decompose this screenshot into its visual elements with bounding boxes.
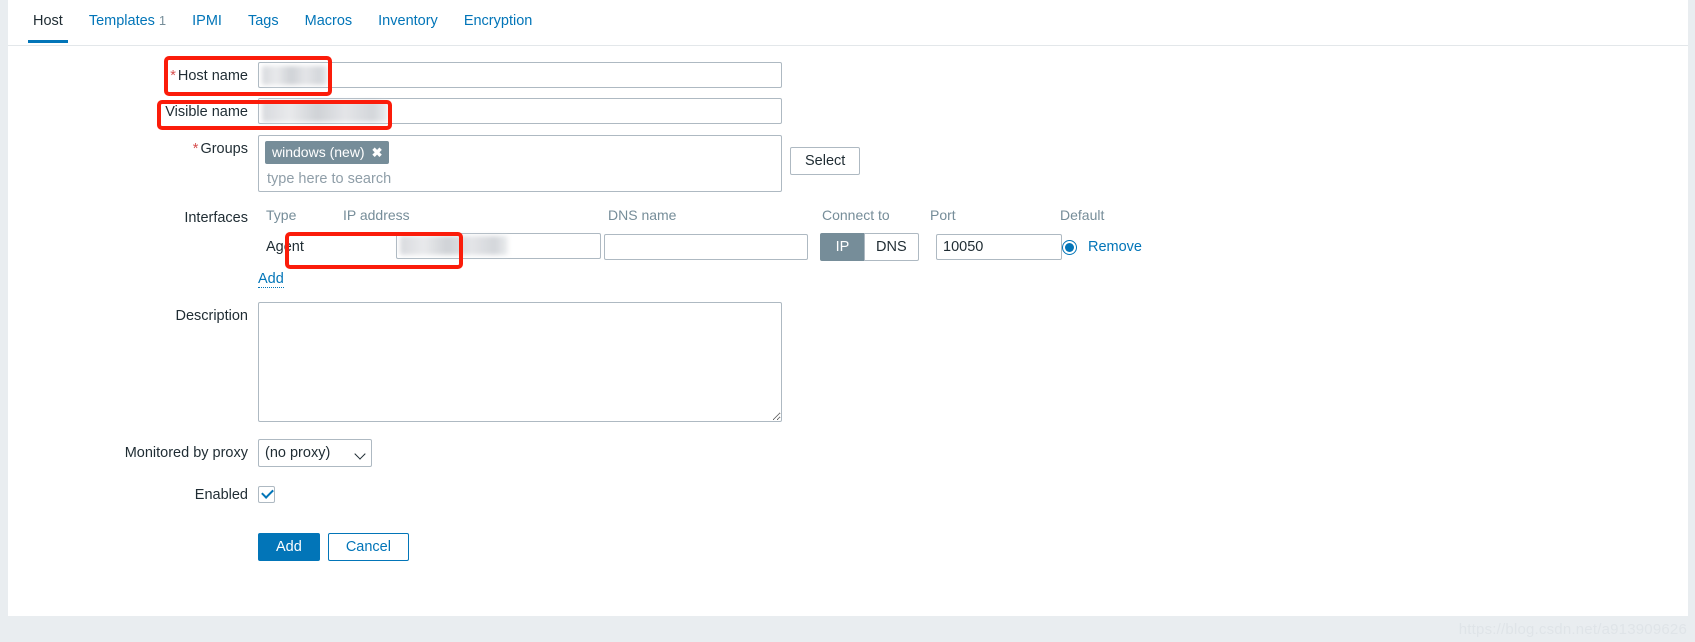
groups-select-button[interactable]: Select — [790, 147, 861, 175]
tab-inventory-label: Inventory — [378, 13, 438, 29]
interfaces-column-headers: Type IP address DNS name Connect to Port… — [258, 204, 1174, 226]
host-config-panel: Host Templates 1 IPMI Tags Macros Invento… — [8, 0, 1688, 616]
interface-default-radio[interactable] — [1062, 239, 1077, 255]
field-enabled: Enabled — [8, 481, 1688, 509]
column-header-ip-address: IP address — [343, 207, 410, 223]
column-header-default: Default — [1060, 207, 1105, 223]
host-name-input[interactable] — [258, 62, 782, 88]
visible-name-redaction — [262, 101, 388, 122]
monitored-by-proxy-label: Monitored by proxy — [124, 445, 248, 461]
tab-ipmi[interactable]: IPMI — [179, 0, 235, 42]
interface-remove-link[interactable]: Remove — [1088, 239, 1142, 255]
groups-multiselect[interactable]: windows (new) ✖ type here to search — [258, 135, 782, 192]
tab-templates-label: Templates — [88, 13, 155, 29]
tab-inventory[interactable]: Inventory — [365, 0, 451, 42]
tab-encryption-label: Encryption — [463, 13, 533, 29]
field-description: Description — [8, 302, 1688, 422]
column-header-port: Port — [930, 207, 956, 223]
tab-host-label: Host — [33, 13, 63, 29]
tab-ipmi-label: IPMI — [192, 13, 222, 29]
monitored-by-proxy-select[interactable]: (no proxy) — [258, 439, 372, 467]
tab-templates-count: 1 — [158, 13, 167, 28]
interfaces-label: Interfaces — [184, 210, 248, 226]
description-textarea[interactable] — [258, 302, 782, 422]
tab-macros[interactable]: Macros — [292, 0, 366, 42]
connect-to-dns-option[interactable]: DNS — [864, 233, 919, 261]
watermark: https://blog.csdn.net/a913909626 — [1458, 621, 1687, 638]
close-icon[interactable]: ✖ — [372, 146, 383, 159]
connect-to-toggle: IP DNS — [820, 233, 924, 261]
field-visible-name: Visible name — [8, 98, 1688, 126]
column-header-dns-name: DNS name — [608, 207, 677, 223]
column-header-connect-to: Connect to — [822, 207, 890, 223]
enabled-checkbox[interactable] — [258, 486, 275, 503]
group-chip-label: windows (new) — [272, 144, 365, 160]
groups-search-placeholder[interactable]: type here to search — [265, 164, 775, 187]
tab-host[interactable]: Host — [20, 0, 76, 42]
add-button[interactable]: Add — [258, 533, 320, 561]
interface-row: Agent IP DNS 10050 Remove — [258, 233, 1174, 261]
column-header-type: Type — [266, 207, 297, 223]
groups-label-text: Groups — [200, 141, 248, 157]
host-name-label: * Host name — [8, 62, 258, 90]
tab-tags-label: Tags — [247, 13, 279, 29]
group-chip-windows[interactable]: windows (new) ✖ — [265, 141, 389, 164]
interfaces-add-row: Add — [258, 270, 1174, 288]
add-interface-link[interactable]: Add — [258, 271, 284, 288]
form-actions: Add Cancel — [8, 533, 1688, 561]
connect-to-ip-option[interactable]: IP — [820, 233, 864, 261]
screenshot-root: Host Templates 1 IPMI Tags Macros Invento… — [0, 0, 1695, 642]
field-interfaces: Interfaces Type IP address DNS name Conn… — [8, 204, 1688, 288]
tab-bar: Host Templates 1 IPMI Tags Macros Invento… — [8, 0, 1688, 46]
interface-port-input[interactable] — [936, 234, 1062, 260]
tab-tags[interactable]: Tags — [235, 0, 292, 42]
enabled-label: Enabled — [194, 487, 248, 503]
tab-templates[interactable]: Templates 1 — [76, 0, 179, 42]
tab-macros-label: Macros — [304, 13, 353, 29]
field-groups: * Groups windows (new) ✖ type here to sea… — [8, 135, 1688, 192]
cancel-button[interactable]: Cancel — [327, 533, 409, 561]
interface-type-agent: Agent — [266, 239, 304, 255]
required-asterisk: * — [192, 141, 199, 157]
host-name-redaction — [262, 66, 328, 85]
groups-label: * Groups — [8, 135, 258, 163]
tab-encryption[interactable]: Encryption — [451, 0, 546, 42]
required-asterisk: * — [170, 68, 176, 84]
description-label: Description — [175, 308, 248, 324]
host-name-label-text: Host name — [177, 68, 248, 84]
field-monitored-by-proxy: Monitored by proxy (no proxy) — [8, 439, 1688, 467]
field-host-name: * Host name — [8, 62, 1688, 90]
interface-ip-redaction — [400, 236, 508, 255]
host-form: * Host name Visible name * Groups window… — [8, 46, 1688, 561]
visible-name-label: Visible name — [165, 104, 248, 120]
interface-dns-input[interactable] — [604, 234, 808, 260]
